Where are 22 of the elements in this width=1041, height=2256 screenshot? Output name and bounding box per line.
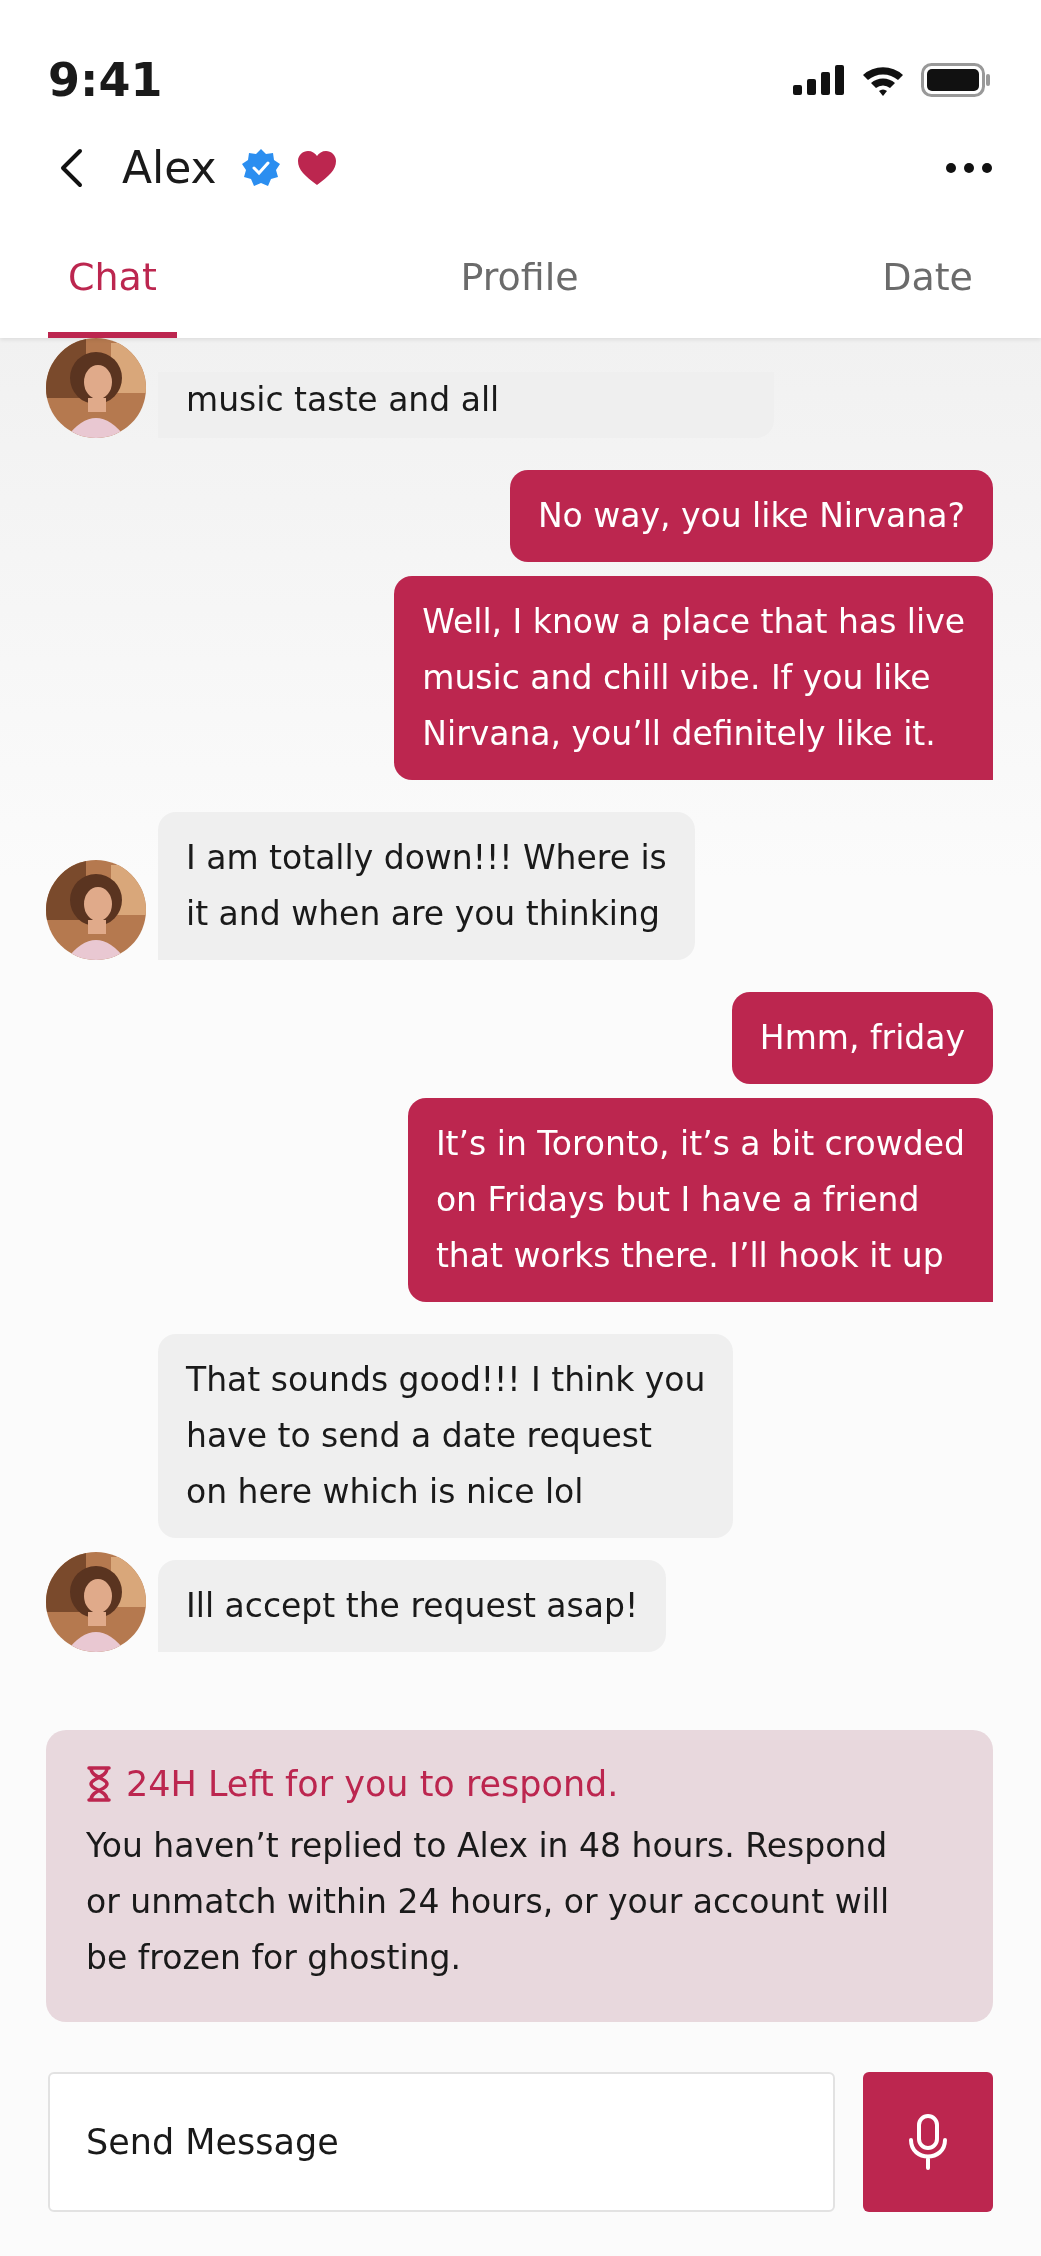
- back-icon[interactable]: [58, 147, 84, 188]
- message-bubble: I am totally down!!! Where is it and when are you thinking: [158, 812, 695, 960]
- message-bubble: Well, I know a place that has live music and chill vibe. If you like Nirvana, you’ll definitely like it.: [394, 576, 993, 780]
- message-bubble: It’s in Toronto, it’s a bit crowded on Fridays but I have a friend that works there. I’ll hook it up: [407, 1098, 993, 1302]
- more-icon[interactable]: [945, 161, 993, 174]
- message-bubble: No way, you like Nirvana?: [509, 470, 993, 562]
- message-bubble: Ill accept the request asap!: [158, 1560, 667, 1652]
- message-bubble: That sounds good!!! I think you have to send a date request on here which is nice lol: [158, 1334, 734, 1538]
- wifi-icon: [861, 64, 905, 96]
- message-bubble: Hmm, friday: [731, 992, 993, 1084]
- tab[interactable]: Date: [862, 215, 993, 338]
- microphone-button[interactable]: [863, 2072, 993, 2212]
- tab[interactable]: Profile: [440, 215, 599, 338]
- signal-icon: [793, 65, 845, 95]
- battery-icon: [921, 63, 991, 97]
- warning-title: 24H Left for you to respond.: [126, 1764, 619, 1804]
- microphone-icon: [907, 2114, 949, 2170]
- warning-text: You haven’t replied to Alex in 48 hours. Respond or unmatch within 24 hours, or your account will be frozen for ghosting.: [86, 1825, 891, 1979]
- status-time: 9:41: [48, 53, 163, 107]
- message-input[interactable]: Send Message: [48, 2072, 835, 2212]
- contact-name: Alex: [122, 142, 217, 193]
- hourglass-icon: [86, 1766, 112, 1802]
